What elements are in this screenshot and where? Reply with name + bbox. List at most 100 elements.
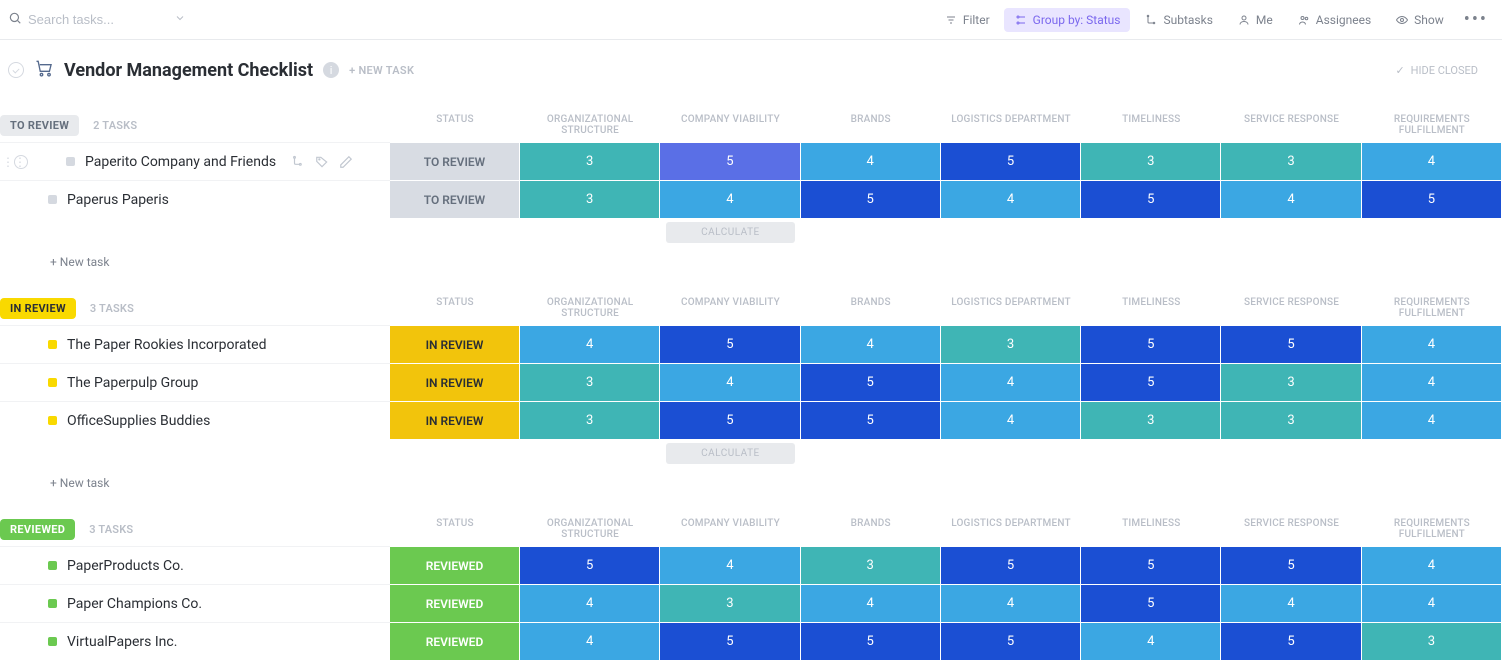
score-cell[interactable]: 4 (1362, 142, 1502, 180)
status-dot[interactable] (48, 340, 57, 349)
score-cell[interactable]: 5 (1081, 584, 1221, 622)
column-header-brands[interactable]: BRANDS (801, 291, 941, 325)
column-header-status[interactable]: STATUS (390, 108, 520, 142)
groupby-button[interactable]: Group by: Status (1004, 8, 1131, 32)
task-name[interactable]: Paperus Paperis (67, 192, 169, 208)
edit-icon[interactable] (338, 154, 354, 170)
score-cell[interactable]: 4 (1362, 584, 1502, 622)
column-header-service[interactable]: SERVICE RESPONSE (1221, 291, 1361, 325)
score-cell[interactable]: 3 (1081, 142, 1221, 180)
task-row[interactable]: The Paper Rookies Incorporated (0, 325, 390, 363)
calculate-button[interactable]: CALCULATE (666, 443, 794, 464)
more-menu-button[interactable]: ••• (1458, 5, 1494, 34)
score-cell[interactable]: 4 (941, 180, 1081, 218)
task-name[interactable]: The Paper Rookies Incorporated (67, 337, 266, 353)
status-dot[interactable] (48, 637, 57, 646)
score-cell[interactable]: 4 (801, 325, 941, 363)
score-cell[interactable]: 4 (1221, 180, 1361, 218)
task-row[interactable]: Paperus Paperis (0, 180, 390, 218)
column-header-viability[interactable]: COMPANY VIABILITY (660, 512, 800, 546)
chevron-down-icon[interactable] (174, 12, 186, 28)
score-cell[interactable]: 3 (1362, 622, 1502, 660)
score-cell[interactable]: 5 (1081, 180, 1221, 218)
status-cell[interactable]: IN REVIEW (390, 363, 520, 401)
subtask-icon[interactable] (290, 154, 306, 170)
score-cell[interactable]: 4 (660, 180, 800, 218)
column-header-timeliness[interactable]: TIMELINESS (1081, 108, 1221, 142)
drag-handle-icon[interactable]: ⋮⋮ (2, 155, 26, 169)
score-cell[interactable]: 5 (660, 401, 800, 439)
score-cell[interactable]: 4 (1362, 325, 1502, 363)
column-header-service[interactable]: SERVICE RESPONSE (1221, 108, 1361, 142)
score-cell[interactable]: 4 (520, 325, 660, 363)
column-header-status[interactable]: STATUS (390, 291, 520, 325)
hide-closed-button[interactable]: ✓ HIDE CLOSED (1395, 64, 1478, 77)
score-cell[interactable]: 4 (1221, 584, 1361, 622)
score-cell[interactable]: 5 (1221, 546, 1361, 584)
score-cell[interactable]: 4 (660, 546, 800, 584)
score-cell[interactable]: 3 (660, 584, 800, 622)
score-cell[interactable]: 5 (660, 325, 800, 363)
score-cell[interactable]: 5 (1081, 325, 1221, 363)
task-name[interactable]: Paper Champions Co. (67, 596, 202, 612)
column-header-org[interactable]: ORGANIZATIONAL STRUCTURE (520, 291, 660, 325)
score-cell[interactable]: 4 (1362, 401, 1502, 439)
score-cell[interactable]: 5 (941, 142, 1081, 180)
score-cell[interactable]: 5 (941, 622, 1081, 660)
status-dot[interactable] (48, 561, 57, 570)
assignees-button[interactable]: Assignees (1287, 8, 1381, 32)
status-dot[interactable] (48, 378, 57, 387)
task-name[interactable]: PaperProducts Co. (67, 558, 184, 574)
column-header-logistics[interactable]: LOGISTICS DEPARTMENT (941, 512, 1081, 546)
new-task-header-button[interactable]: + NEW TASK (349, 64, 414, 77)
column-header-requirements[interactable]: REQUIREMENTS FULFILLMENT (1362, 291, 1502, 325)
score-cell[interactable]: 4 (801, 584, 941, 622)
status-cell[interactable]: IN REVIEW (390, 401, 520, 439)
status-dot[interactable] (48, 416, 57, 425)
score-cell[interactable]: 5 (660, 622, 800, 660)
search-input[interactable] (28, 12, 168, 27)
score-cell[interactable]: 5 (801, 363, 941, 401)
filter-button[interactable]: Filter (934, 8, 1000, 32)
column-header-org[interactable]: ORGANIZATIONAL STRUCTURE (520, 512, 660, 546)
task-name[interactable]: VirtualPapers Inc. (67, 634, 177, 650)
column-header-timeliness[interactable]: TIMELINESS (1081, 512, 1221, 546)
score-cell[interactable]: 5 (801, 401, 941, 439)
score-cell[interactable]: 5 (1081, 363, 1221, 401)
score-cell[interactable]: 4 (941, 363, 1081, 401)
column-header-brands[interactable]: BRANDS (801, 108, 941, 142)
subtasks-button[interactable]: Subtasks (1134, 8, 1222, 32)
me-button[interactable]: Me (1227, 8, 1283, 32)
score-cell[interactable]: 4 (660, 363, 800, 401)
score-cell[interactable]: 3 (520, 180, 660, 218)
show-button[interactable]: Show (1385, 8, 1454, 32)
score-cell[interactable]: 5 (941, 546, 1081, 584)
score-cell[interactable]: 5 (1221, 325, 1361, 363)
column-header-service[interactable]: SERVICE RESPONSE (1221, 512, 1361, 546)
score-cell[interactable]: 5 (520, 546, 660, 584)
tag-icon[interactable] (314, 154, 330, 170)
task-name[interactable]: OfficeSupplies Buddies (67, 413, 210, 429)
score-cell[interactable]: 3 (520, 363, 660, 401)
status-cell[interactable]: IN REVIEW (390, 325, 520, 363)
score-cell[interactable]: 3 (520, 142, 660, 180)
task-row[interactable]: The Paperpulp Group (0, 363, 390, 401)
status-cell[interactable]: TO REVIEW (390, 142, 520, 180)
task-row[interactable]: OfficeSupplies Buddies (0, 401, 390, 439)
score-cell[interactable]: 3 (941, 325, 1081, 363)
status-cell[interactable]: TO REVIEW (390, 180, 520, 218)
score-cell[interactable]: 4 (1362, 363, 1502, 401)
task-name[interactable]: The Paperpulp Group (67, 375, 198, 391)
group-status-pill[interactable]: IN REVIEW (0, 298, 76, 319)
column-header-timeliness[interactable]: TIMELINESS (1081, 291, 1221, 325)
score-cell[interactable]: 4 (520, 584, 660, 622)
score-cell[interactable]: 5 (660, 142, 800, 180)
column-header-viability[interactable]: COMPANY VIABILITY (660, 108, 800, 142)
new-task-button[interactable]: + New task (0, 468, 1502, 496)
score-cell[interactable]: 4 (941, 584, 1081, 622)
calculate-button[interactable]: CALCULATE (666, 222, 794, 243)
score-cell[interactable]: 4 (1362, 546, 1502, 584)
status-dot[interactable] (66, 157, 75, 166)
list-collapse-toggle[interactable] (8, 62, 24, 78)
status-cell[interactable]: REVIEWED (390, 546, 520, 584)
